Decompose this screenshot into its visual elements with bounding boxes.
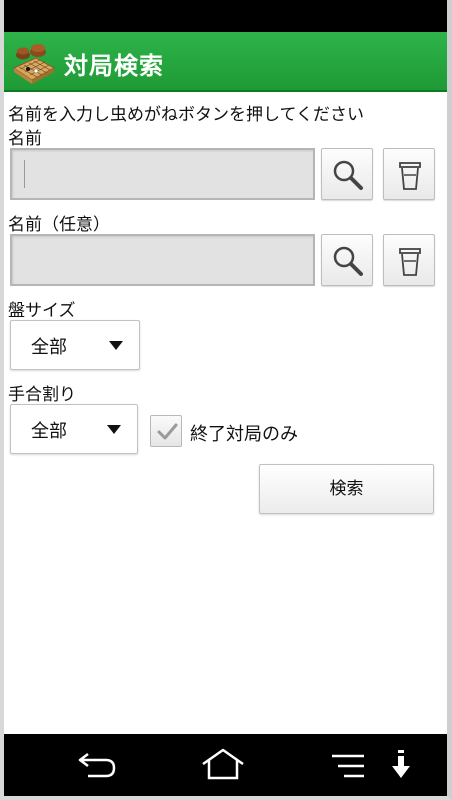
- checkmark-icon: [157, 423, 178, 440]
- back-arrow-icon[interactable]: [76, 748, 120, 782]
- magnifier-icon: [333, 246, 363, 276]
- page-title: 対局検索: [64, 52, 164, 80]
- name-search-button[interactable]: [321, 148, 373, 200]
- trash-icon: [399, 248, 421, 276]
- dropdown-arrow-icon: [107, 425, 121, 434]
- dropdown-arrow-icon: [109, 341, 123, 350]
- download-arrow-icon[interactable]: [390, 748, 412, 784]
- name-input[interactable]: [10, 148, 315, 200]
- search-button[interactable]: 検索: [259, 464, 434, 514]
- board-size-label: 盤サイズ: [8, 301, 76, 321]
- name-optional-input[interactable]: [10, 234, 315, 286]
- instruction-text: 名前を入力し虫めがねボタンを押してください: [8, 105, 364, 125]
- navigation-bar: [4, 734, 447, 796]
- search-form: 名前を入力し虫めがねボタンを押してください 名前 名前（任意） 盤サイズ 全部 …: [4, 94, 447, 734]
- finished-only-label: 終了対局のみ: [190, 424, 298, 445]
- board-size-dropdown[interactable]: 全部: [10, 320, 140, 370]
- name-optional-search-button[interactable]: [321, 234, 373, 286]
- handicap-label: 手合割り: [8, 385, 76, 405]
- handicap-value: 全部: [31, 421, 67, 442]
- name-clear-button[interactable]: [383, 148, 435, 200]
- magnifier-icon: [333, 160, 363, 190]
- finished-only-checkbox[interactable]: [150, 415, 182, 447]
- menu-icon[interactable]: [328, 750, 368, 782]
- text-cursor: [24, 160, 25, 188]
- name-optional-clear-button[interactable]: [383, 234, 435, 286]
- trash-icon: [399, 162, 421, 190]
- go-board-icon: [12, 44, 56, 84]
- app-bar: 対局検索: [4, 32, 447, 92]
- status-bar: [4, 0, 447, 32]
- home-icon[interactable]: [200, 746, 246, 782]
- name-optional-label: 名前（任意）: [8, 215, 110, 235]
- name-label: 名前: [8, 129, 42, 149]
- board-size-value: 全部: [31, 337, 67, 358]
- handicap-dropdown[interactable]: 全部: [10, 404, 138, 454]
